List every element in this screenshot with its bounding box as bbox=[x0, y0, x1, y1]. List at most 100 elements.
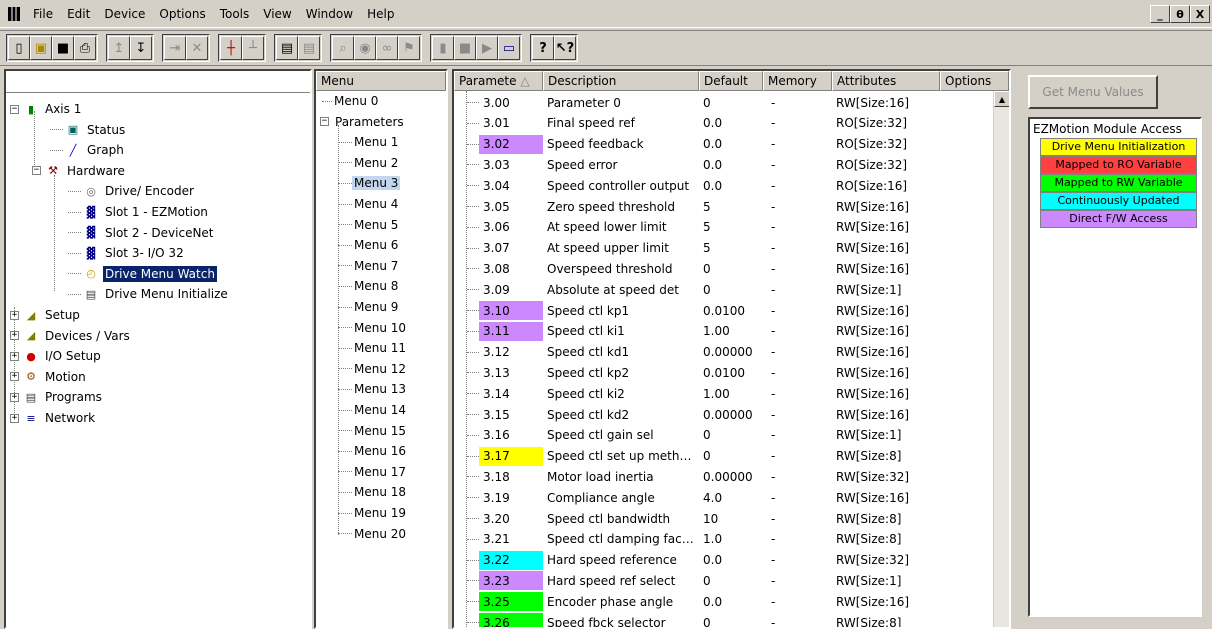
table-row[interactable]: 3.11 Speed ctl ki1 1.00 - RW[Size:16] bbox=[454, 321, 1009, 342]
column-header-parameter[interactable]: Paramete △ bbox=[454, 71, 543, 91]
window-icon[interactable]: ▭ bbox=[498, 36, 520, 60]
table-row[interactable]: 3.14 Speed ctl ki2 1.00 - RW[Size:16] bbox=[454, 383, 1009, 404]
tree-item-drive-menu-initialize[interactable]: ▤ Drive Menu Initialize bbox=[68, 284, 230, 304]
table-row[interactable]: 3.15 Speed ctl kd2 0.00000 - RW[Size:16] bbox=[454, 404, 1009, 425]
table-row[interactable]: 3.05 Zero speed threshold 5 - RW[Size:16] bbox=[454, 196, 1009, 217]
table-row[interactable]: 3.25 Encoder phase angle 0.0 - RW[Size:16] bbox=[454, 591, 1009, 612]
menu-file[interactable]: File bbox=[26, 5, 60, 23]
table-row[interactable]: 3.00 Parameter 0 0 - RW[Size:16] bbox=[454, 92, 1009, 113]
get-menu-values-button[interactable]: Get Menu Values bbox=[1028, 75, 1158, 109]
expand-icon[interactable]: + bbox=[10, 413, 19, 423]
tree-item-i-o-setup[interactable]: + ● I/O Setup bbox=[10, 346, 103, 366]
table-row[interactable]: 3.12 Speed ctl kd1 0.00000 - RW[Size:16] bbox=[454, 342, 1009, 363]
connect-icon[interactable]: ⇥ bbox=[164, 36, 186, 60]
table-row[interactable]: 3.17 Speed ctl set up meth… 0 - RW[Size:8] bbox=[454, 446, 1009, 467]
column-header-attributes[interactable]: Attributes bbox=[832, 71, 940, 91]
close-button[interactable]: X bbox=[1190, 5, 1210, 23]
menu-tools[interactable]: Tools bbox=[213, 5, 257, 23]
menu-list-item-menu-19[interactable]: Menu 19 bbox=[338, 503, 408, 523]
menu-edit[interactable]: Edit bbox=[60, 5, 97, 23]
context-help-icon[interactable]: ↖? bbox=[554, 36, 576, 60]
table-row[interactable]: 3.16 Speed ctl gain sel 0 - RW[Size:1] bbox=[454, 425, 1009, 446]
tree-item-drive-menu-watch[interactable]: ◴ Drive Menu Watch bbox=[68, 264, 217, 284]
tree-item-motion[interactable]: + ⚙ Motion bbox=[10, 367, 88, 387]
remove-node-icon[interactable]: ┴ bbox=[242, 36, 264, 60]
column-header-options[interactable]: Options bbox=[940, 71, 1009, 91]
menu-list-item-menu-5[interactable]: Menu 5 bbox=[338, 215, 400, 235]
expand-icon[interactable]: + bbox=[10, 392, 19, 402]
tree-item-slot-3-i-o-32[interactable]: ▓ Slot 3- I/O 32 bbox=[68, 243, 186, 263]
program-view-icon[interactable]: ▤ bbox=[298, 36, 320, 60]
table-row[interactable]: 3.13 Speed ctl kp2 0.0100 - RW[Size:16] bbox=[454, 362, 1009, 383]
menu-list-item-menu-7[interactable]: Menu 7 bbox=[338, 256, 400, 276]
table-row[interactable]: 3.01 Final speed ref 0.0 - RO[Size:32] bbox=[454, 113, 1009, 134]
save-icon[interactable]: ■ bbox=[52, 36, 74, 60]
menu-list-item-menu-9[interactable]: Menu 9 bbox=[338, 297, 400, 317]
tree-item-axis-1[interactable]: − ▮ Axis 1 bbox=[10, 99, 83, 119]
tree-item-drive-encoder[interactable]: ◎ Drive/ Encoder bbox=[68, 181, 196, 201]
table-row[interactable]: 3.19 Compliance angle 4.0 - RW[Size:16] bbox=[454, 487, 1009, 508]
print-icon[interactable]: ⎙ bbox=[74, 36, 96, 60]
table-row[interactable]: 3.07 At speed upper limit 5 - RW[Size:16] bbox=[454, 238, 1009, 259]
tree-item-slot-2-devicenet[interactable]: ▓ Slot 2 - DeviceNet bbox=[68, 223, 216, 243]
vertical-scrollbar[interactable]: ▲ bbox=[993, 91, 1009, 627]
table-row[interactable]: 3.23 Hard speed ref select 0 - RW[Size:1] bbox=[454, 570, 1009, 591]
restore-button[interactable]: θ bbox=[1170, 5, 1190, 23]
menu-list-item-parameters[interactable]: − Parameters bbox=[320, 112, 406, 132]
scroll-up-arrow-icon[interactable]: ▲ bbox=[994, 91, 1009, 107]
menu-list-item-menu-0[interactable]: Menu 0 bbox=[322, 91, 380, 111]
table-row[interactable]: 3.03 Speed error 0.0 - RO[Size:32] bbox=[454, 154, 1009, 175]
collapse-icon[interactable]: − bbox=[10, 104, 19, 114]
zoom-icon[interactable]: ⌕ bbox=[332, 36, 354, 60]
add-node-icon[interactable]: ┼ bbox=[220, 36, 242, 60]
program-icon[interactable]: ▤ bbox=[276, 36, 298, 60]
table-row[interactable]: 3.21 Speed ctl damping fac… 1.0 - RW[Size:8] bbox=[454, 529, 1009, 550]
column-header-memory[interactable]: Memory bbox=[763, 71, 832, 91]
table-row[interactable]: 3.04 Speed controller output 0.0 - RO[Size:1… bbox=[454, 175, 1009, 196]
menu-list-item-menu-13[interactable]: Menu 13 bbox=[338, 379, 408, 399]
menu-list-item-menu-15[interactable]: Menu 15 bbox=[338, 421, 408, 441]
table-row[interactable]: 3.08 Overspeed threshold 0 - RW[Size:16] bbox=[454, 258, 1009, 279]
menu-list-item-menu-12[interactable]: Menu 12 bbox=[338, 359, 408, 379]
menu-list-item-menu-17[interactable]: Menu 17 bbox=[338, 462, 408, 482]
table-row[interactable]: 3.09 Absolute at speed det 0 - RW[Size:1] bbox=[454, 279, 1009, 300]
menu-help[interactable]: Help bbox=[360, 5, 401, 23]
menu-list-item-menu-6[interactable]: Menu 6 bbox=[338, 235, 400, 255]
menu-list-item-menu-1[interactable]: Menu 1 bbox=[338, 132, 400, 152]
tree-item-setup[interactable]: + ◢ Setup bbox=[10, 305, 82, 325]
watch-tool-icon[interactable]: ◉ bbox=[354, 36, 376, 60]
tree-item-graph[interactable]: ╱ Graph bbox=[50, 140, 126, 160]
new-file-icon[interactable]: ▯ bbox=[8, 36, 30, 60]
help-icon[interactable]: ? bbox=[532, 36, 554, 60]
stop-icon[interactable]: ■ bbox=[454, 36, 476, 60]
menu-list-item-menu-2[interactable]: Menu 2 bbox=[338, 153, 400, 173]
step-icon[interactable]: ▮ bbox=[432, 36, 454, 60]
tree-item-devices-vars[interactable]: + ◢ Devices / Vars bbox=[10, 326, 132, 346]
menu-list-item-menu-8[interactable]: Menu 8 bbox=[338, 276, 400, 296]
menu-list-item-menu-3[interactable]: Menu 3 bbox=[338, 173, 401, 193]
open-folder-icon[interactable]: ▣ bbox=[30, 36, 52, 60]
run-icon[interactable]: ▶ bbox=[476, 36, 498, 60]
expand-icon[interactable]: + bbox=[10, 310, 19, 320]
table-row[interactable]: 3.22 Hard speed reference 0.0 - RW[Size:32] bbox=[454, 550, 1009, 571]
expand-icon[interactable]: + bbox=[10, 351, 19, 361]
collapse-icon[interactable]: − bbox=[320, 117, 329, 127]
tree-item-slot-1-ezmotion[interactable]: ▓ Slot 1 - EZMotion bbox=[68, 202, 210, 222]
menu-device[interactable]: Device bbox=[97, 5, 152, 23]
disconnect-icon[interactable]: ✕ bbox=[186, 36, 208, 60]
menu-list-item-menu-4[interactable]: Menu 4 bbox=[338, 194, 400, 214]
tree-item-status[interactable]: ▣ Status bbox=[50, 120, 127, 140]
table-row[interactable]: 3.02 Speed feedback 0.0 - RO[Size:32] bbox=[454, 134, 1009, 155]
table-row[interactable]: 3.26 Speed fbck selector 0 - RW[Size:8] bbox=[454, 612, 1009, 627]
menu-view[interactable]: View bbox=[256, 5, 298, 23]
table-row[interactable]: 3.18 Motor load inertia 0.00000 - RW[Size:32… bbox=[454, 466, 1009, 487]
collapse-icon[interactable]: − bbox=[32, 166, 41, 176]
menu-options[interactable]: Options bbox=[152, 5, 212, 23]
app-icon[interactable] bbox=[8, 6, 20, 21]
column-header-description[interactable]: Description bbox=[543, 71, 699, 91]
expand-icon[interactable]: + bbox=[10, 331, 19, 341]
table-row[interactable]: 3.06 At speed lower limit 5 - RW[Size:16] bbox=[454, 217, 1009, 238]
table-row[interactable]: 3.20 Speed ctl bandwidth 10 - RW[Size:8] bbox=[454, 508, 1009, 529]
menu-list-item-menu-10[interactable]: Menu 10 bbox=[338, 318, 408, 338]
expand-icon[interactable]: + bbox=[10, 372, 19, 382]
